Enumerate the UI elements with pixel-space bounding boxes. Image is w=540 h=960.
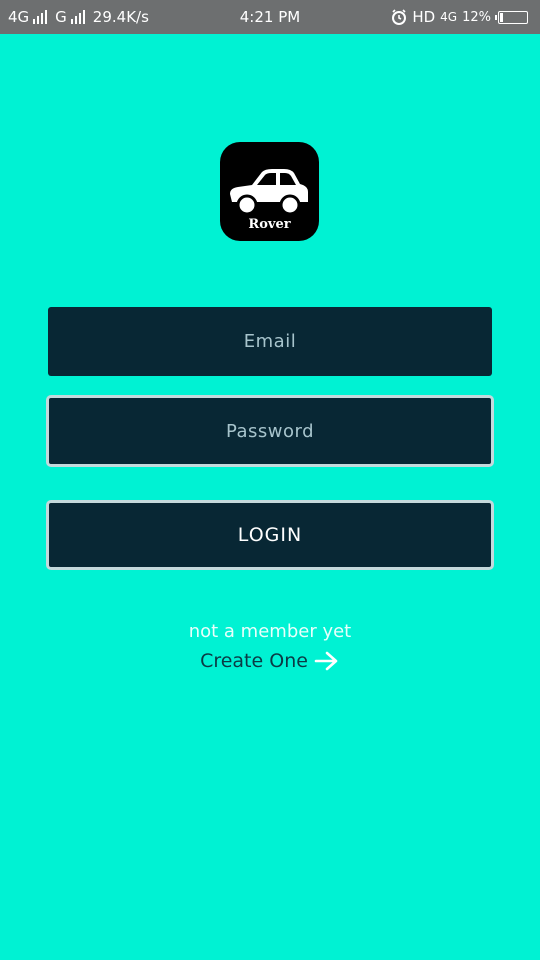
status-right: HD 4G 12% xyxy=(391,8,528,26)
password-field[interactable] xyxy=(46,395,494,467)
signup-prompt: not a member yet xyxy=(188,621,352,642)
email-field[interactable] xyxy=(48,307,492,376)
login-button[interactable]: LOGIN xyxy=(46,500,494,570)
arrow-right-icon xyxy=(314,651,338,671)
battery-icon xyxy=(495,10,528,24)
logo-text: Rover xyxy=(248,217,291,232)
battery-percent: 12% xyxy=(462,9,491,25)
create-account-label: Create One xyxy=(200,650,308,672)
hd-label: HD xyxy=(412,8,436,26)
status-bar: 4G G 29.4K/s 4:21 PM HD 4G 12% xyxy=(0,0,540,34)
alarm-icon xyxy=(392,9,407,25)
app-logo: Rover xyxy=(220,142,319,241)
login-button-label: LOGIN xyxy=(237,524,303,546)
create-account-link[interactable]: Create One xyxy=(0,650,540,672)
network-label-3: 4G xyxy=(440,10,458,24)
